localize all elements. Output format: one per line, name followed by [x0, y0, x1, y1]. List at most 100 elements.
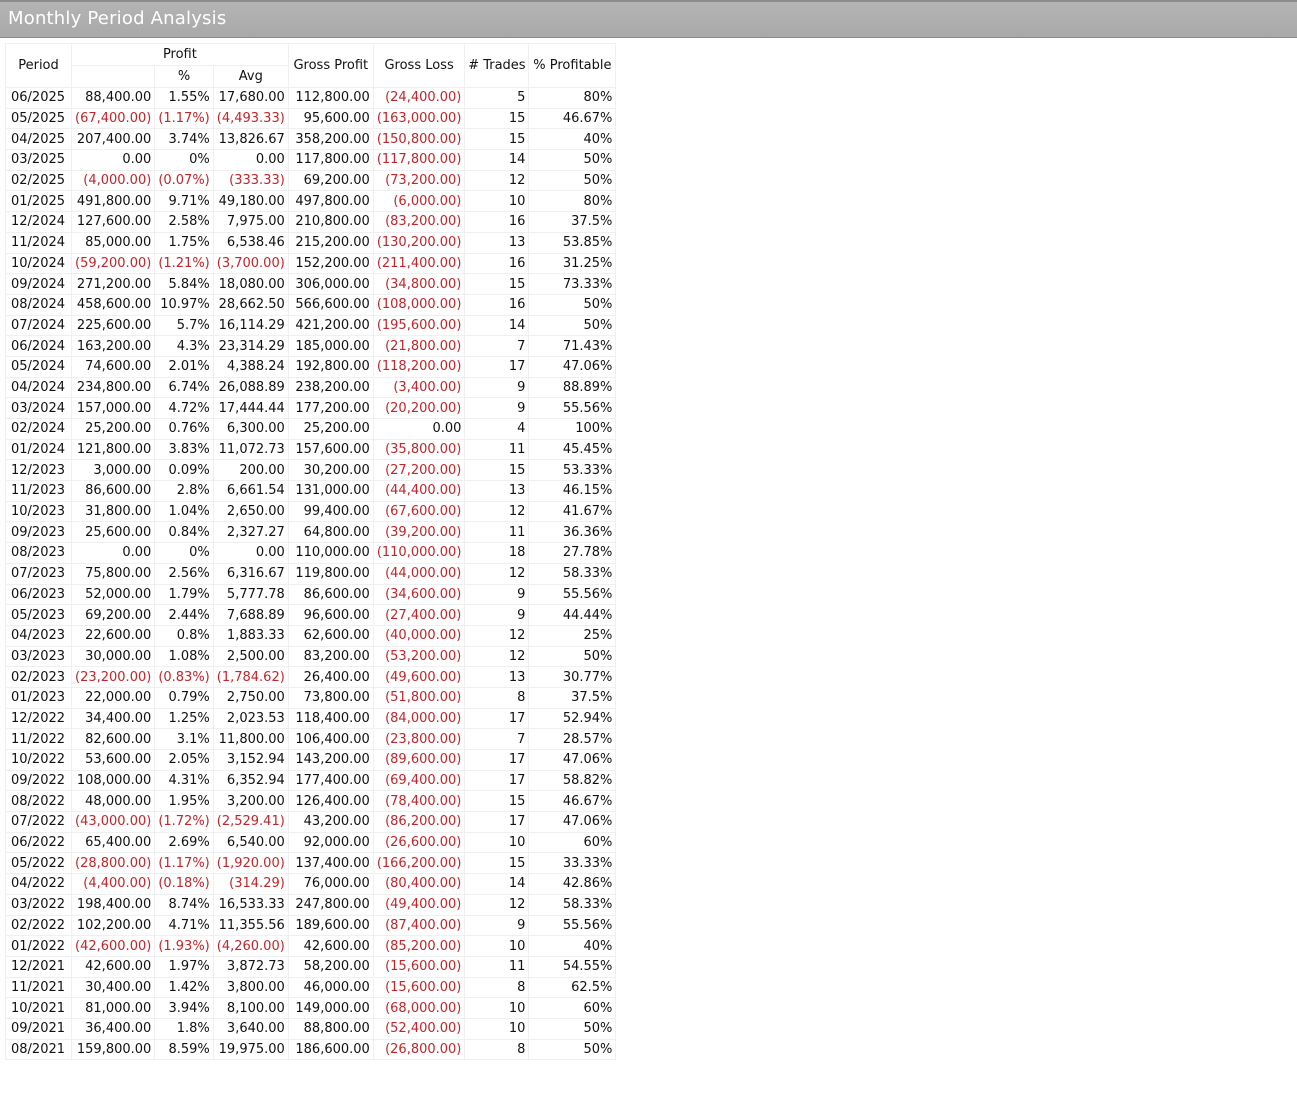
pct-profitable-cell: 25%: [528, 624, 617, 647]
trades-cell: 15: [464, 790, 530, 813]
gross-profit-cell: 497,800.00: [287, 190, 374, 213]
header-trades[interactable]: # Trades: [464, 43, 530, 88]
table-row[interactable]: 06/2024 163,200.00 4.3% 23,314.29 185,000.00…: [5, 335, 617, 357]
period-cell: 08/2024: [5, 293, 72, 316]
table-row[interactable]: 12/2023 3,000.00 0.09% 200.00 30,200.00 (27,2…: [5, 459, 617, 482]
pct-profitable-cell: 37.5%: [528, 686, 617, 709]
gross-profit-cell: 112,800.00: [287, 87, 374, 109]
table-row[interactable]: 06/2022 65,400.00 2.69% 6,540.00 92,000.00 (2…: [5, 831, 617, 854]
table-row[interactable]: 12/2022 34,400.00 1.25% 2,023.53 118,400.00(…: [5, 707, 617, 730]
table-row[interactable]: 05/2022 (28,800.00) (1.17%) (1,920.00) 137,4…: [5, 852, 617, 875]
profit-pct-cell: 1.95%: [154, 790, 214, 813]
table-row[interactable]: 02/2024 25,200.00 0.76% 6,300.00 25,200.00 0.…: [5, 418, 617, 440]
table-row[interactable]: 01/2024 121,800.00 3.83% 11,072.73 157,600.0…: [5, 438, 617, 461]
table-row[interactable]: 08/2023 0.00 0% 0.00 110,000.00 (110,000.00) 1…: [5, 542, 617, 564]
period-cell: 06/2023: [5, 583, 72, 606]
trades-cell: 9: [464, 914, 530, 937]
header-gross-profit[interactable]: Gross Profit: [287, 43, 374, 88]
period-cell: 04/2025: [5, 128, 72, 151]
pct-profitable-cell: 60%: [528, 997, 617, 1019]
pct-profitable-cell: 41.67%: [528, 500, 617, 523]
table-row[interactable]: 04/2024 234,800.00 6.74% 26,088.89 238,200.0…: [5, 376, 617, 399]
table-row[interactable]: 08/2024 458,600.00 10.97% 28,662.50 566,600.…: [5, 293, 617, 316]
header-profit-value[interactable]: [70, 65, 156, 88]
table-row[interactable]: 09/2022 108,000.00 4.31% 6,352.94 177,400.00…: [5, 769, 617, 792]
table-row[interactable]: 02/2025 (4,000.00) (0.07%) (333.33) 69,200.0…: [5, 169, 617, 192]
profit-pct-cell: 4.71%: [154, 914, 214, 937]
table-row[interactable]: 03/2024 157,000.00 4.72% 17,444.44 177,200.0…: [5, 397, 617, 419]
table-row[interactable]: 08/2021 159,800.00 8.59% 19,975.00 186,600.0…: [5, 1038, 617, 1061]
header-profit-pct[interactable]: %: [154, 65, 214, 88]
gross-profit-cell: 306,000.00: [287, 273, 374, 295]
table-row[interactable]: 04/2025 207,400.00 3.74% 13,826.67 358,200.0…: [5, 128, 617, 151]
table-row[interactable]: 12/2024 127,600.00 2.58% 7,975.00 210,800.00…: [5, 211, 617, 233]
profit-pct-cell: 3.1%: [154, 728, 214, 750]
table-row[interactable]: 11/2023 86,600.00 2.8% 6,661.54 131,000.00 (4…: [5, 480, 617, 502]
table-row[interactable]: 05/2023 69,200.00 2.44% 7,688.89 96,600.00 (2…: [5, 604, 617, 626]
gross-loss-cell: (83,200.00): [372, 211, 466, 233]
period-cell: 04/2023: [5, 624, 72, 647]
header-period[interactable]: Period: [5, 43, 72, 88]
table-row[interactable]: 05/2025 (67,400.00) (1.17%) (4,493.33) 95,60…: [5, 107, 617, 130]
table-row[interactable]: 06/2023 52,000.00 1.79% 5,777.78 86,600.00 (3…: [5, 583, 617, 606]
pct-profitable-cell: 47.06%: [528, 811, 617, 833]
profit-avg-cell: 0.00: [212, 149, 289, 171]
table-row[interactable]: 08/2022 48,000.00 1.95% 3,200.00 126,400.00(…: [5, 790, 617, 813]
gross-loss-cell: (6,000.00): [372, 190, 466, 213]
gross-loss-cell: (211,400.00): [372, 252, 466, 275]
table-row[interactable]: 11/2024 85,000.00 1.75% 6,538.46 215,200.00(…: [5, 231, 617, 254]
table-row[interactable]: 10/2024 (59,200.00) (1.21%) (3,700.00) 152,2…: [5, 252, 617, 275]
table-row[interactable]: 10/2023 31,800.00 1.04% 2,650.00 99,400.00 (6…: [5, 500, 617, 523]
table-row[interactable]: 01/2023 22,000.00 0.79% 2,750.00 73,800.00 (5…: [5, 686, 617, 709]
gross-profit-cell: 69,200.00: [287, 169, 374, 192]
gross-profit-cell: 25,200.00: [287, 418, 374, 440]
profit-pct-cell: (0.83%): [154, 666, 214, 688]
table-row[interactable]: 04/2023 22,600.00 0.8% 1,883.33 62,600.00 (40…: [5, 624, 617, 647]
gross-profit-cell: 30,200.00: [287, 459, 374, 482]
table-row[interactable]: 05/2024 74,600.00 2.01% 4,388.24 192,800.00(…: [5, 355, 617, 378]
profit-pct-cell: (1.93%): [154, 935, 214, 957]
pct-profitable-cell: 54.55%: [528, 955, 617, 978]
period-cell: 02/2024: [5, 418, 72, 440]
header-gross-loss[interactable]: Gross Loss: [372, 43, 466, 88]
period-cell: 11/2023: [5, 480, 72, 502]
table-row[interactable]: 03/2025 0.00 0% 0.00 117,800.00 (117,800.00) 1…: [5, 149, 617, 171]
header-profit-avg[interactable]: Avg: [212, 65, 289, 88]
table-row[interactable]: 01/2022 (42,600.00) (1.93%) (4,260.00) 42,60…: [5, 935, 617, 957]
pct-profitable-cell: 44.44%: [528, 604, 617, 626]
pct-profitable-cell: 55.56%: [528, 397, 617, 419]
gross-loss-cell: (117,800.00): [372, 149, 466, 171]
table-row[interactable]: 03/2022 198,400.00 8.74% 16,533.33 247,800.0…: [5, 893, 617, 916]
table-row[interactable]: 04/2022 (4,400.00) (0.18%) (314.29) 76,000.0…: [5, 873, 617, 895]
pct-profitable-cell: 50%: [528, 149, 617, 171]
table-row[interactable]: 10/2021 81,000.00 3.94% 8,100.00 149,000.00(…: [5, 997, 617, 1019]
table-row[interactable]: 07/2024 225,600.00 5.7% 16,114.29 421,200.00…: [5, 314, 617, 337]
header-profit[interactable]: Profit: [71, 43, 289, 66]
table-row[interactable]: 09/2021 36,400.00 1.8% 3,640.00 88,800.00 (52…: [5, 1017, 617, 1040]
gross-loss-cell: (39,200.00): [372, 521, 466, 544]
table-row[interactable]: 06/2025 88,400.00 1.55% 17,680.00 112,800.00…: [5, 87, 617, 109]
table-row[interactable]: 09/2024 271,200.00 5.84% 18,080.00 306,000.0…: [5, 273, 617, 295]
profit-avg-cell: 6,316.67: [212, 562, 289, 585]
pct-profitable-cell: 46.67%: [528, 107, 617, 130]
gross-profit-cell: 26,400.00: [287, 666, 374, 688]
period-analysis-grid[interactable]: Period Profit Gross Profit Gross Loss # …: [5, 43, 617, 1061]
table-row[interactable]: 11/2022 82,600.00 3.1% 11,800.00 106,400.00(…: [5, 728, 617, 750]
table-row[interactable]: 10/2022 53,600.00 2.05% 3,152.94 143,200.00(…: [5, 749, 617, 771]
table-row[interactable]: 02/2023 (23,200.00) (0.83%) (1,784.62) 26,40…: [5, 666, 617, 688]
gross-profit-cell: 149,000.00: [287, 997, 374, 1019]
table-row[interactable]: 09/2023 25,600.00 0.84% 2,327.27 64,800.00 (3…: [5, 521, 617, 544]
table-row[interactable]: 12/2021 42,600.00 1.97% 3,872.73 58,200.00 (1…: [5, 955, 617, 978]
period-cell: 08/2023: [5, 542, 72, 564]
profit-cell: 102,200.00: [70, 914, 156, 937]
header-pct-profitable[interactable]: % Profitable: [528, 43, 617, 88]
table-row[interactable]: 02/2022 102,200.00 4.71% 11,355.56 189,600.0…: [5, 914, 617, 937]
profit-pct-cell: (1.17%): [154, 107, 214, 130]
table-row[interactable]: 01/2025 491,800.00 9.71% 49,180.00 497,800.0…: [5, 190, 617, 213]
table-row[interactable]: 03/2023 30,000.00 1.08% 2,500.00 83,200.00 (5…: [5, 645, 617, 668]
table-row[interactable]: 11/2021 30,400.00 1.42% 3,800.00 46,000.00 (1…: [5, 976, 617, 999]
pct-profitable-cell: 30.77%: [528, 666, 617, 688]
trades-cell: 10: [464, 831, 530, 854]
table-row[interactable]: 07/2023 75,800.00 2.56% 6,316.67 119,800.00(…: [5, 562, 617, 585]
table-row[interactable]: 07/2022 (43,000.00) (1.72%) (2,529.41) 43,20…: [5, 811, 617, 833]
